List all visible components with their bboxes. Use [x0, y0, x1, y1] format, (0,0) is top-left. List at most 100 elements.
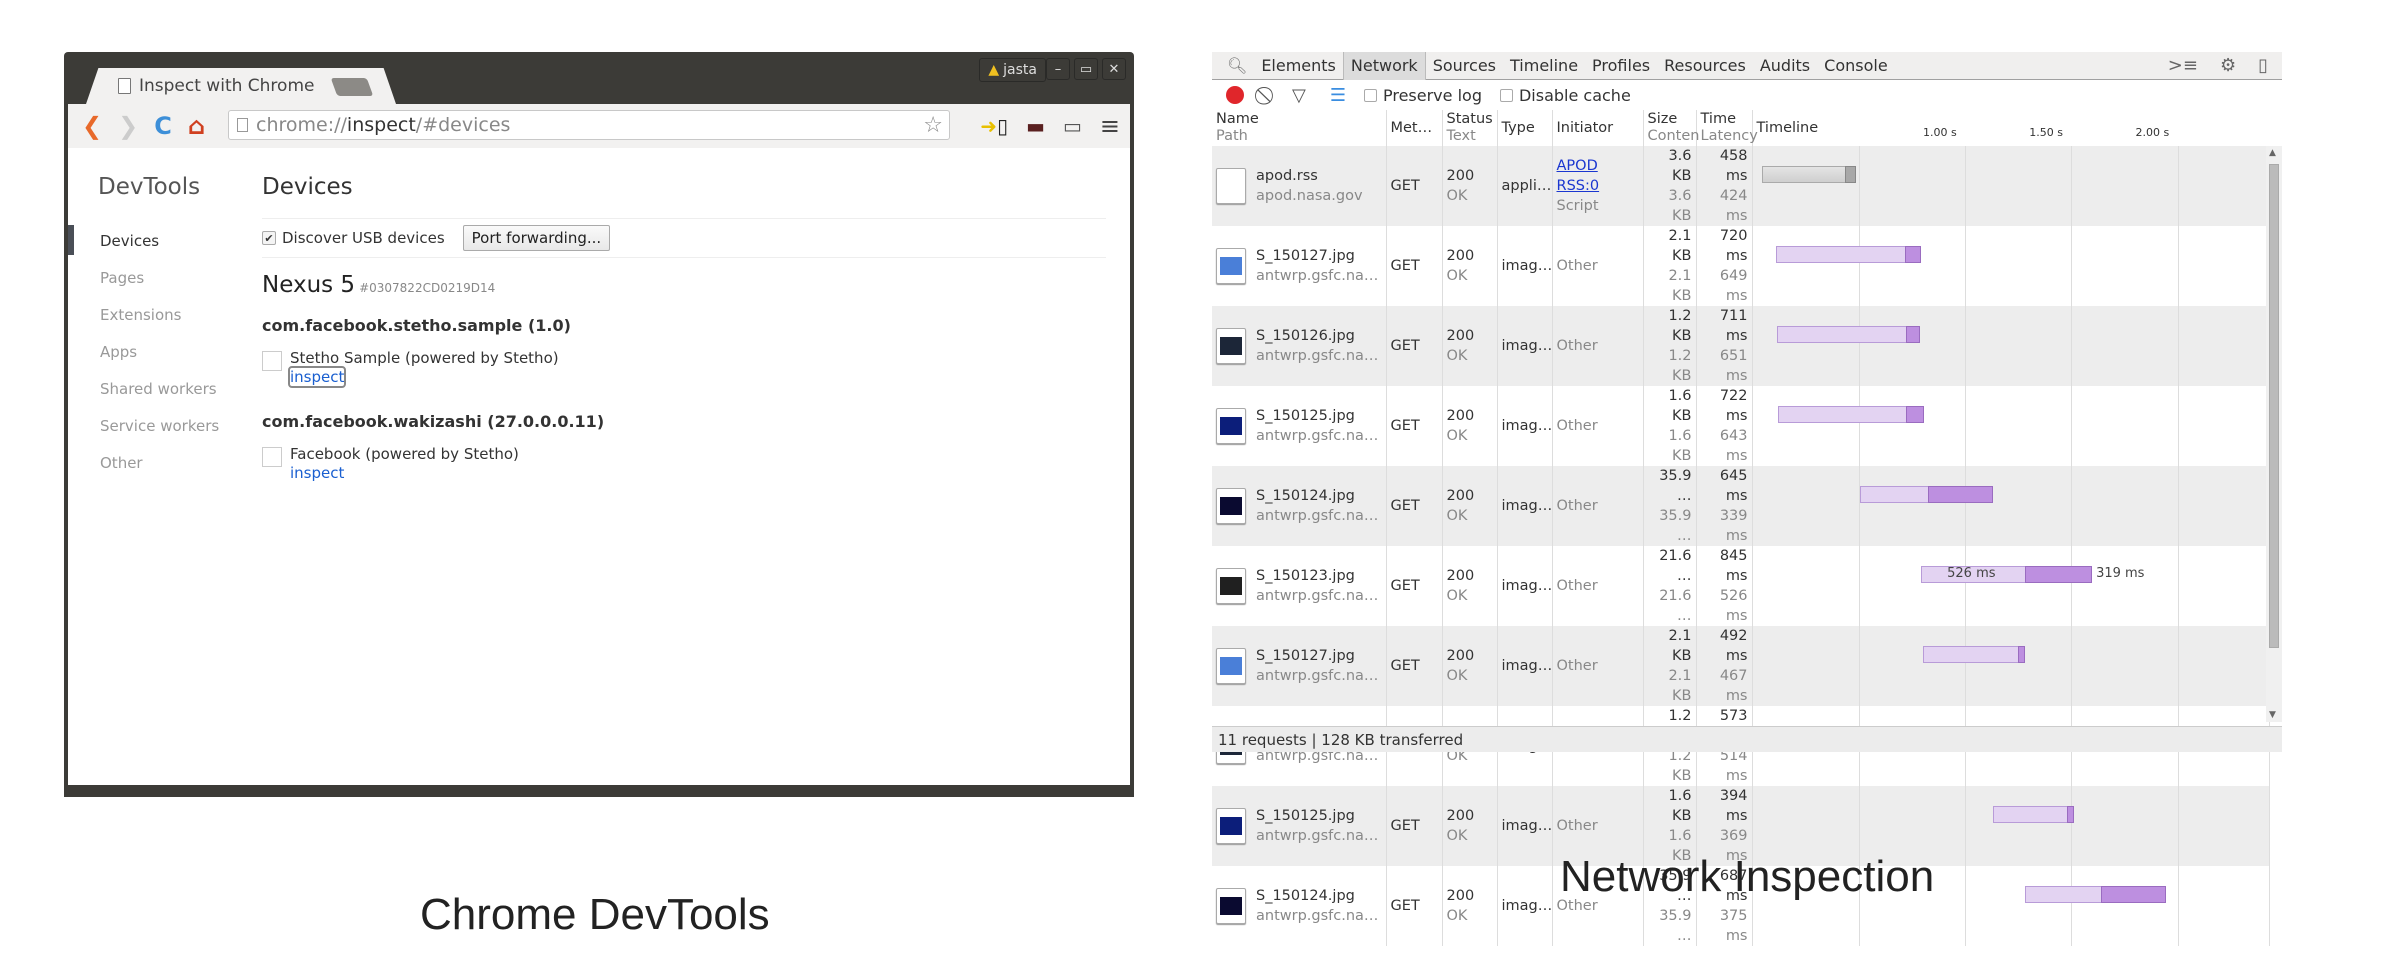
timeline-bar[interactable]	[1761, 166, 1857, 183]
time-value: 845 ms	[1719, 548, 1748, 584]
discover-usb-checkbox[interactable]: ✔ Discover USB devices	[262, 229, 445, 247]
tab-network[interactable]: Network	[1342, 51, 1426, 80]
device-serial: #0307822CD0219D14	[359, 281, 496, 295]
gear-icon[interactable]: ⚙	[2220, 55, 2236, 76]
timeline-bar[interactable]	[1923, 646, 2026, 663]
disable-cache-checkbox[interactable]: Disable cache	[1499, 86, 1631, 105]
title-bar: Inspect with Chrome × ▲ jasta – ▭ ✕	[64, 52, 1134, 104]
col-time[interactable]: Time Latency	[1696, 110, 1758, 146]
cell-method: GET	[1386, 626, 1443, 706]
table-row[interactable]: S_150127.jpg antwrp.gsfc.na… GET 200 OK imag……	[1212, 226, 2270, 306]
cell-method: GET	[1386, 546, 1443, 626]
sidebar-item-other[interactable]: Other	[68, 444, 248, 481]
tab-profiles[interactable]: Profiles	[1585, 52, 1657, 80]
table-row[interactable]: S_150126.jpg antwrp.gsfc.na… GET200 OK imag……	[1212, 306, 2270, 386]
forward-icon[interactable]: ❯	[118, 112, 138, 140]
timeline-download-segment	[2066, 806, 2074, 823]
initiator-link[interactable]: APOD RSS:0	[1557, 156, 1639, 196]
tab-elements[interactable]: Elements	[1254, 52, 1343, 80]
filter-icon[interactable]: ▽	[1292, 85, 1306, 106]
scrollbar-thumb[interactable]	[2269, 164, 2279, 648]
scroll-down-icon[interactable]: ▼	[2269, 710, 2276, 720]
col-size[interactable]: Size Conten	[1643, 110, 1699, 146]
table-row[interactable]: S_150124.jpg antwrp.gsfc.na… GET 200 OK imag……	[1212, 466, 2270, 546]
col-initiator[interactable]: Initiator	[1552, 110, 1644, 146]
tab-sources[interactable]: Sources	[1426, 52, 1503, 80]
timeline-bar[interactable]	[1778, 406, 1925, 423]
profile-button[interactable]: ▲ jasta	[979, 58, 1046, 82]
sidebar-item-pages[interactable]: Pages	[68, 259, 248, 296]
time-value: 722 ms	[1719, 388, 1748, 424]
table-row[interactable]: apod.rss apod.nasa.gov GET 200 OK appli… APOD …	[1212, 146, 2270, 226]
sidebar-item-apps[interactable]: Apps	[68, 333, 248, 370]
bookmark-star-icon[interactable]: ☆	[923, 113, 943, 138]
cell-size: 3.6 KB 3.6 KB	[1643, 146, 1697, 226]
minimize-button[interactable]: –	[1046, 58, 1070, 80]
latency-value: 467 ms	[1719, 668, 1748, 704]
col-type[interactable]: Type	[1497, 110, 1553, 146]
preserve-log-checkbox[interactable]: Preserve log	[1363, 86, 1482, 105]
close-window-button[interactable]: ✕	[1102, 58, 1126, 80]
timeline-download-segment	[1928, 486, 1993, 503]
latency-label: 526 ms	[1947, 566, 1996, 581]
col-size-label: Size	[1647, 111, 1678, 127]
dock-icon[interactable]: ▯	[2258, 55, 2268, 76]
timeline-bar[interactable]	[1860, 486, 1993, 503]
col-name-label: Name	[1216, 111, 1259, 127]
size-value: 1.6 KB	[1668, 788, 1692, 824]
new-tab-button[interactable]	[330, 78, 374, 96]
address-bar[interactable]: chrome://inspect/#devices ☆	[228, 110, 950, 140]
timeline-bar[interactable]	[2025, 886, 2166, 903]
cast-icon[interactable]: ▭	[1063, 114, 1082, 138]
tab-audits[interactable]: Audits	[1753, 52, 1817, 80]
sidebar-item-extensions[interactable]: Extensions	[68, 296, 248, 333]
tab-resources[interactable]: Resources	[1657, 52, 1753, 80]
request-name: S_150124.jpg	[1256, 888, 1355, 904]
table-row[interactable]: S_150125.jpg antwrp.gsfc.na… GET 200 OK imag……	[1212, 386, 2270, 466]
maximize-button[interactable]: ▭	[1074, 58, 1098, 80]
tab-timeline[interactable]: Timeline	[1503, 52, 1585, 80]
reload-icon[interactable]: C	[154, 112, 172, 140]
status-text: OK	[1446, 588, 1468, 604]
table-row[interactable]: S_150123.jpg antwrp.gsfc.na… GET 200 OK imag……	[1212, 546, 2270, 626]
scroll-up-icon[interactable]: ▲	[2269, 148, 2276, 158]
timeline-bar[interactable]	[1992, 806, 2074, 823]
console-drawer-icon[interactable]: >≡	[2168, 55, 2198, 76]
search-icon[interactable]: 🔍︎	[1220, 52, 1254, 80]
tab-title: Inspect with Chrome	[139, 76, 315, 96]
latency-value: 339 ms	[1719, 508, 1748, 544]
timeline-bar[interactable]	[1775, 246, 1922, 263]
browser-toolbar: ❮ ❯ C ⌂ chrome://inspect/#devices ☆ ➜▯ ▬…	[68, 104, 1130, 148]
sidebar-item-service-workers[interactable]: Service workers	[68, 407, 248, 444]
incognito-icon[interactable]: ▬	[1026, 114, 1045, 138]
home-icon[interactable]: ⌂	[188, 112, 205, 140]
col-name[interactable]: Name Path	[1212, 110, 1387, 146]
timeline-gridline	[1858, 626, 1860, 706]
col-status[interactable]: Status Text	[1442, 110, 1498, 146]
timeline-gridline	[1858, 146, 1860, 226]
cell-initiator: Other	[1552, 386, 1644, 466]
back-icon[interactable]: ❮	[82, 112, 102, 140]
sidebar-item-shared-workers[interactable]: Shared workers	[68, 370, 248, 407]
status-code: 200	[1446, 568, 1475, 584]
record-button[interactable]	[1226, 86, 1244, 104]
timeline-download-segment	[1844, 166, 1857, 183]
col-timeline[interactable]: Timeline 1.00 s 1.50 s 2.00 s	[1752, 110, 2270, 146]
tab-console[interactable]: Console	[1817, 52, 1895, 80]
port-forwarding-button[interactable]: Port forwarding...	[462, 225, 611, 251]
device-icon[interactable]: ➜▯	[980, 114, 1008, 138]
inspect-link[interactable]: inspect	[287, 366, 347, 388]
menu-icon[interactable]: ≡	[1100, 112, 1120, 140]
col-method[interactable]: Met…	[1386, 110, 1443, 146]
timeline-download-segment	[1904, 246, 1922, 263]
sidebar-item-devices[interactable]: Devices	[68, 222, 248, 259]
table-row[interactable]: S_150127.jpg antwrp.gsfc.na… GET 200 OK imag……	[1212, 626, 2270, 706]
cell-size: 1.6 KB 1.6 KB	[1643, 386, 1697, 466]
inspect-link[interactable]: inspect	[290, 464, 344, 482]
scrollbar[interactable]: ▲ ▼	[2266, 146, 2282, 722]
list-view-icon[interactable]: ☰	[1330, 85, 1346, 106]
status-code: 200	[1446, 328, 1475, 344]
timeline-bar[interactable]	[1776, 326, 1921, 343]
size-value: 35.9 …	[1659, 468, 1692, 504]
timeline-gridline	[2071, 786, 2073, 866]
